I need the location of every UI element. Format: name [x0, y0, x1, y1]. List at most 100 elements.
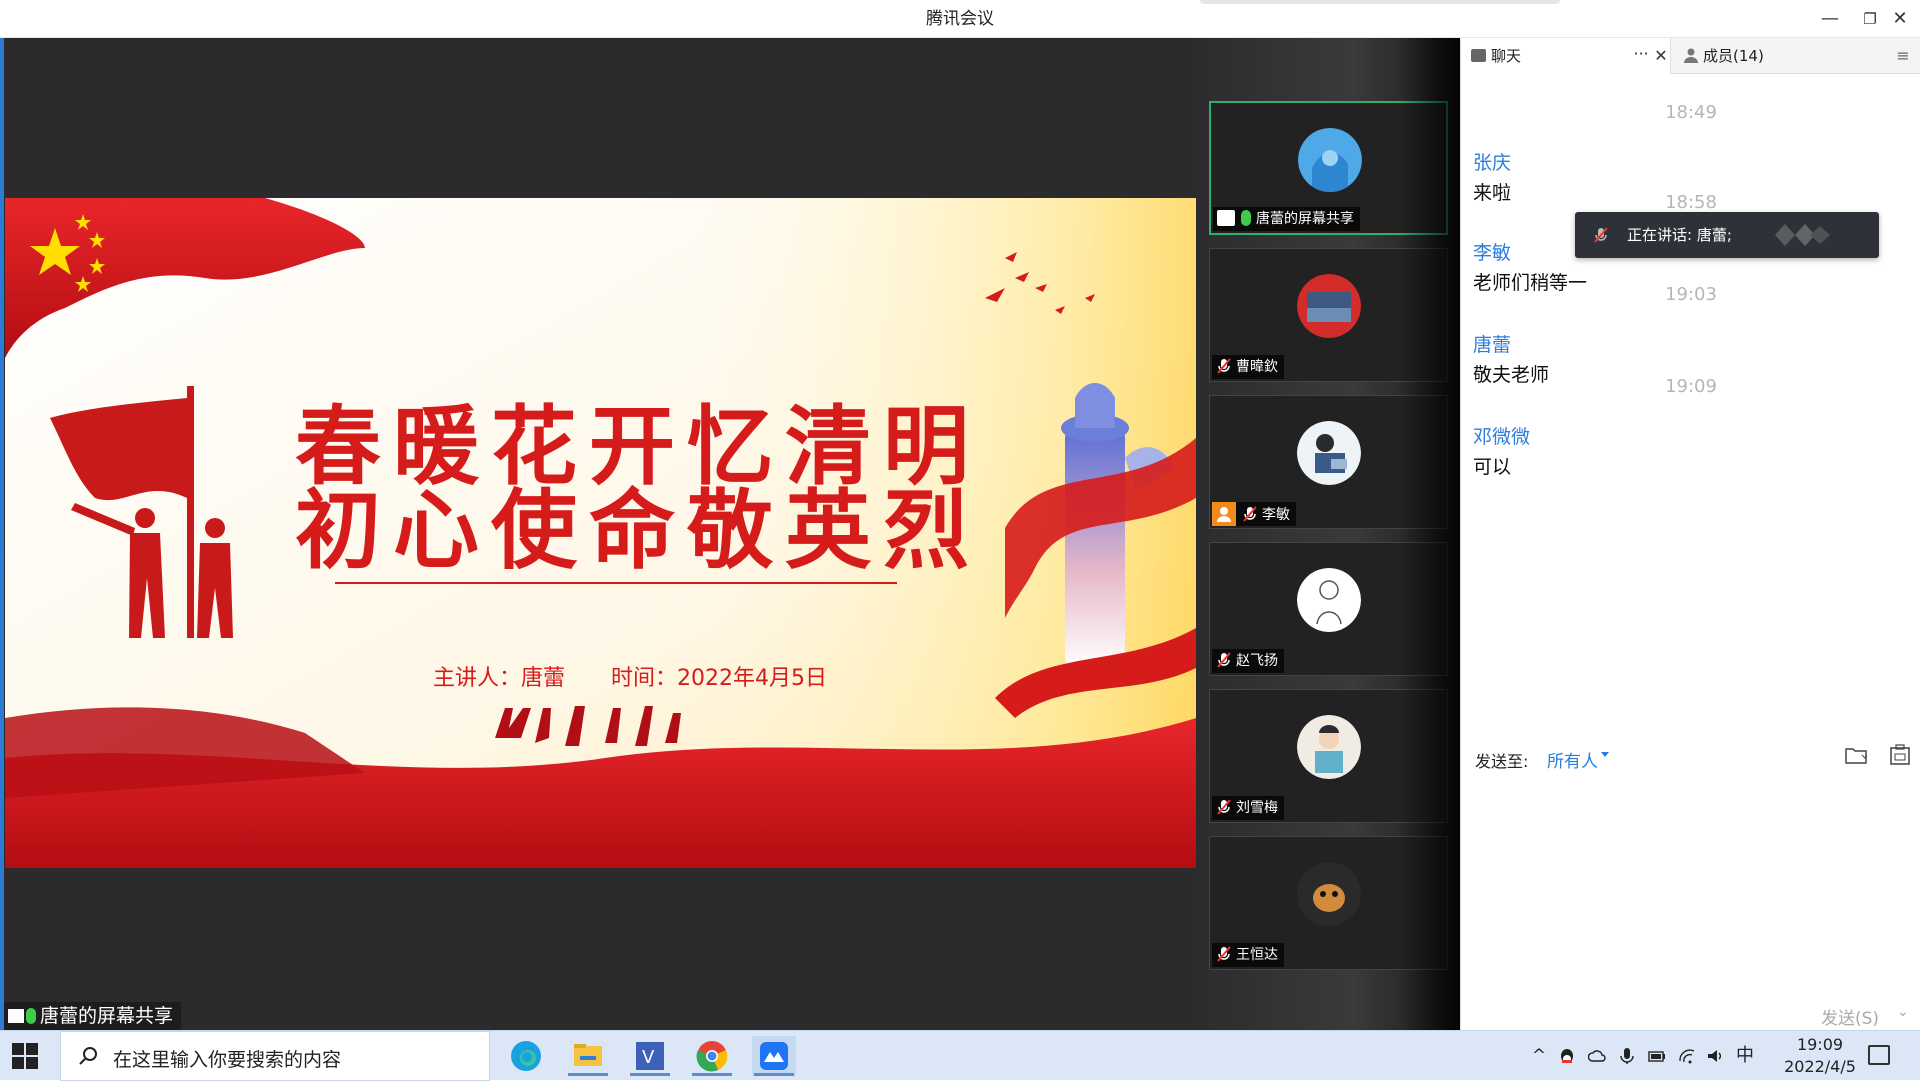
avatar-image [1297, 715, 1361, 779]
file-explorer-icon[interactable] [566, 1036, 610, 1076]
tile-label: 唐蕾的屏幕共享 [1213, 207, 1360, 231]
send-to-label: 发送至: [1475, 752, 1529, 771]
message-sender[interactable]: 唐蕾 [1473, 330, 1511, 357]
running-indicator [692, 1073, 732, 1076]
mic-on-icon [26, 1008, 36, 1024]
tile-label: 王恒达 [1212, 943, 1284, 967]
tencent-meeting-icon[interactable] [752, 1036, 796, 1076]
speaking-text: 正在讲话: 唐蕾; [1627, 226, 1732, 244]
participant-name: 李敏 [1262, 507, 1290, 523]
slide-presenter: 主讲人：唐蕾 [433, 666, 566, 691]
video-column-shade [1400, 38, 1460, 1030]
slide-title-line2: 初心使命敬英烈 [295, 481, 981, 581]
screen-share-badge: 唐蕾的屏幕共享 [4, 1002, 182, 1030]
menu-icon[interactable]: ≡ [1885, 38, 1920, 74]
running-indicator [630, 1073, 670, 1076]
tab-chat[interactable]: 聊天 ··· ✕ [1461, 38, 1671, 74]
screenshot-icon[interactable] [1889, 744, 1911, 766]
tab-chat-label: 聊天 [1491, 47, 1522, 65]
battery-icon[interactable] [1648, 1047, 1666, 1065]
search-placeholder: 在这里输入你要搜索的内容 [113, 1049, 342, 1071]
show-hidden-icons-chevron[interactable]: ^ [1530, 1047, 1548, 1065]
participant-name: 赵飞扬 [1236, 653, 1278, 669]
notification-center-icon[interactable] [1868, 1045, 1890, 1065]
title-bar: 腾讯会议 — ❐ ✕ [0, 0, 1920, 38]
chevron-down-icon[interactable] [1601, 752, 1609, 757]
mic-muted-icon [1243, 506, 1257, 522]
search-icon [79, 1047, 97, 1065]
window-edge [0, 38, 4, 1030]
recipient-select[interactable]: 所有人 [1547, 747, 1598, 772]
avatar-image [1297, 421, 1361, 485]
close-icon[interactable]: ✕ [1651, 38, 1671, 74]
participant-name: 曹暐欽 [1236, 359, 1278, 375]
chat-bubble-icon [1471, 49, 1486, 62]
tencent-meeting-window: 腾讯会议 — ❐ ✕ 春暖花开忆清明 初心使命敬英烈 主讲人：唐蕾 时间：202… [0, 0, 1920, 1081]
avatar-image [1297, 862, 1361, 926]
windows-start-icon[interactable] [12, 1043, 38, 1069]
wifi-icon[interactable] [1678, 1047, 1696, 1065]
minimize-icon[interactable]: — [1810, 0, 1850, 38]
svg-text:V: V [642, 1047, 655, 1068]
screen-share-icon [1217, 210, 1235, 226]
mic-muted-icon [1217, 652, 1231, 668]
shared-slide: 春暖花开忆清明 初心使命敬英烈 主讲人：唐蕾 时间：2022年4月5日 [5, 198, 1196, 868]
tab-members[interactable]: 成员(14) [1671, 38, 1885, 74]
avatar [1297, 568, 1361, 632]
chevron-down-icon[interactable]: ⌄ [1897, 1004, 1909, 1020]
running-indicator [754, 1073, 794, 1076]
message-time: 19:03 [1665, 284, 1717, 305]
avatar-image [1297, 568, 1361, 632]
cloud-icon[interactable] [1588, 1047, 1606, 1065]
chat-panel: 聊天 ··· ✕ 成员(14) ≡ 18:49 张庆 来啦 18:58 李敏 老… [1460, 38, 1920, 1030]
close-icon[interactable]: ✕ [1880, 0, 1920, 38]
avatar [1297, 421, 1361, 485]
microphone-icon[interactable] [1618, 1047, 1636, 1065]
message-time: 19:09 [1665, 376, 1717, 397]
message-sender[interactable]: 邓微微 [1473, 422, 1530, 449]
clock-time[interactable]: 19:09 [1790, 1035, 1850, 1054]
avatar [1297, 862, 1361, 926]
chat-message-list[interactable]: 18:49 张庆 来啦 18:58 李敏 老师们稍等一 19:03 唐蕾 敬夫老… [1461, 74, 1920, 734]
tile-label: 曹暐欽 [1212, 355, 1284, 379]
screen-share-label: 唐蕾的屏幕共享 [40, 1005, 174, 1027]
qq-icon[interactable] [1558, 1047, 1576, 1065]
taskbar-search-box[interactable]: 在这里输入你要搜索的内容 [60, 1031, 490, 1081]
send-button[interactable]: 发送(S) [1821, 1004, 1879, 1029]
screen-share-icon [8, 1009, 24, 1023]
user-icon [1212, 502, 1236, 526]
edge-browser-icon[interactable] [504, 1036, 548, 1076]
tile-label: 赵飞扬 [1212, 649, 1284, 673]
participant-name: 王恒达 [1236, 947, 1278, 963]
participant-name: 唐蕾的屏幕共享 [1256, 211, 1354, 227]
person-icon [1684, 48, 1698, 63]
tab-members-label: 成员(14) [1703, 47, 1764, 65]
mic-muted-icon [1217, 799, 1231, 815]
ime-indicator[interactable]: 中 [1736, 1047, 1754, 1065]
message-text: 可以 [1473, 456, 1512, 478]
avatar [1297, 274, 1361, 338]
avatar [1297, 715, 1361, 779]
speaking-indicator: 正在讲话: 唐蕾; [1575, 212, 1879, 258]
volume-icon[interactable] [1706, 1047, 1724, 1065]
visio-app-icon[interactable]: V [628, 1036, 672, 1076]
avatar-image [1298, 128, 1362, 192]
mic-muted-icon [1217, 358, 1231, 374]
send-bar: 发送至: 所有人 [1461, 738, 1920, 778]
slide-date: 时间：2022年4月5日 [611, 666, 827, 691]
tile-label: 刘雪梅 [1212, 796, 1284, 820]
message-time: 18:58 [1665, 192, 1717, 213]
mic-muted-icon [1217, 946, 1231, 962]
message-sender[interactable]: 李敏 [1473, 238, 1511, 265]
chrome-browser-icon[interactable] [690, 1036, 734, 1076]
avatar-image [1297, 274, 1361, 338]
side-tabs: 聊天 ··· ✕ 成员(14) ≡ [1461, 38, 1920, 74]
slide-divider [335, 582, 897, 584]
window-title: 腾讯会议 [926, 9, 994, 29]
message-sender[interactable]: 张庆 [1473, 148, 1511, 175]
clock-date[interactable]: 2022/4/5 [1776, 1057, 1864, 1076]
file-icon[interactable] [1845, 746, 1867, 764]
tile-label: 李敏 [1212, 502, 1296, 526]
more-options-icon[interactable]: ··· [1631, 38, 1651, 74]
mic-muted-icon [1594, 227, 1608, 243]
